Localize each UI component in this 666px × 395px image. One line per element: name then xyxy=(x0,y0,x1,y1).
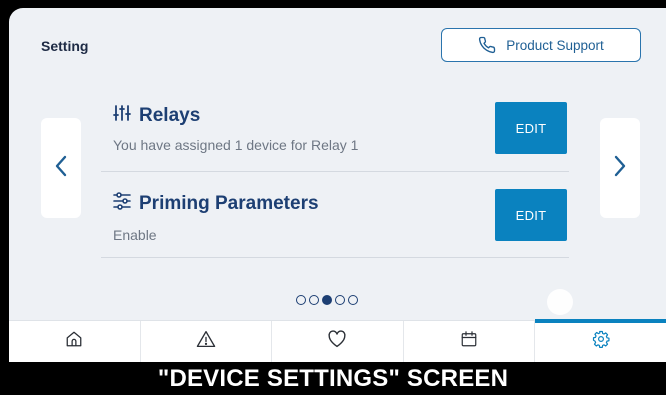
pagination-dot-active[interactable] xyxy=(322,295,332,305)
home-icon xyxy=(65,330,83,353)
priming-parameters-title: Priming Parameters xyxy=(139,193,319,214)
touch-indicator xyxy=(547,289,573,315)
filter-settings-icon xyxy=(113,192,131,216)
heart-icon xyxy=(327,330,347,353)
sliders-icon xyxy=(113,104,131,128)
tab-schedule[interactable] xyxy=(404,321,536,362)
relays-title: Relays xyxy=(139,105,201,126)
tab-alerts[interactable] xyxy=(141,321,273,362)
pagination-dots xyxy=(296,295,358,305)
settings-row-priming-parameters: Priming Parameters Enable EDIT xyxy=(101,172,569,258)
product-support-button[interactable]: Product Support xyxy=(441,28,641,62)
priming-parameters-subtitle: Enable xyxy=(113,227,157,243)
calendar-icon xyxy=(460,330,478,353)
previous-page-button[interactable] xyxy=(41,118,81,218)
screen-caption: "DEVICE SETTINGS" SCREEN xyxy=(157,364,509,392)
priming-parameters-edit-button[interactable]: EDIT xyxy=(495,189,567,241)
tab-home[interactable] xyxy=(9,321,141,362)
pagination-dot[interactable] xyxy=(309,295,319,305)
pagination-dot[interactable] xyxy=(348,295,358,305)
product-support-label: Product Support xyxy=(506,37,604,53)
device-screen: Setting Product Support Relays You have … xyxy=(9,8,666,362)
chevron-right-icon xyxy=(613,154,627,183)
next-page-button[interactable] xyxy=(600,118,640,218)
settings-row-relays: Relays You have assigned 1 device for Re… xyxy=(101,86,569,172)
pagination-dot[interactable] xyxy=(296,295,306,305)
pagination-dot[interactable] xyxy=(335,295,345,305)
tab-settings[interactable] xyxy=(535,319,666,362)
tab-favorites[interactable] xyxy=(272,321,404,362)
page-title: Setting xyxy=(41,38,89,54)
relays-edit-button[interactable]: EDIT xyxy=(495,102,567,154)
phone-icon xyxy=(478,36,496,54)
chevron-left-icon xyxy=(54,154,68,183)
gear-icon xyxy=(592,330,610,353)
warning-icon xyxy=(196,330,216,353)
relays-subtitle: You have assigned 1 device for Relay 1 xyxy=(113,137,359,153)
bottom-tab-bar xyxy=(9,319,666,362)
